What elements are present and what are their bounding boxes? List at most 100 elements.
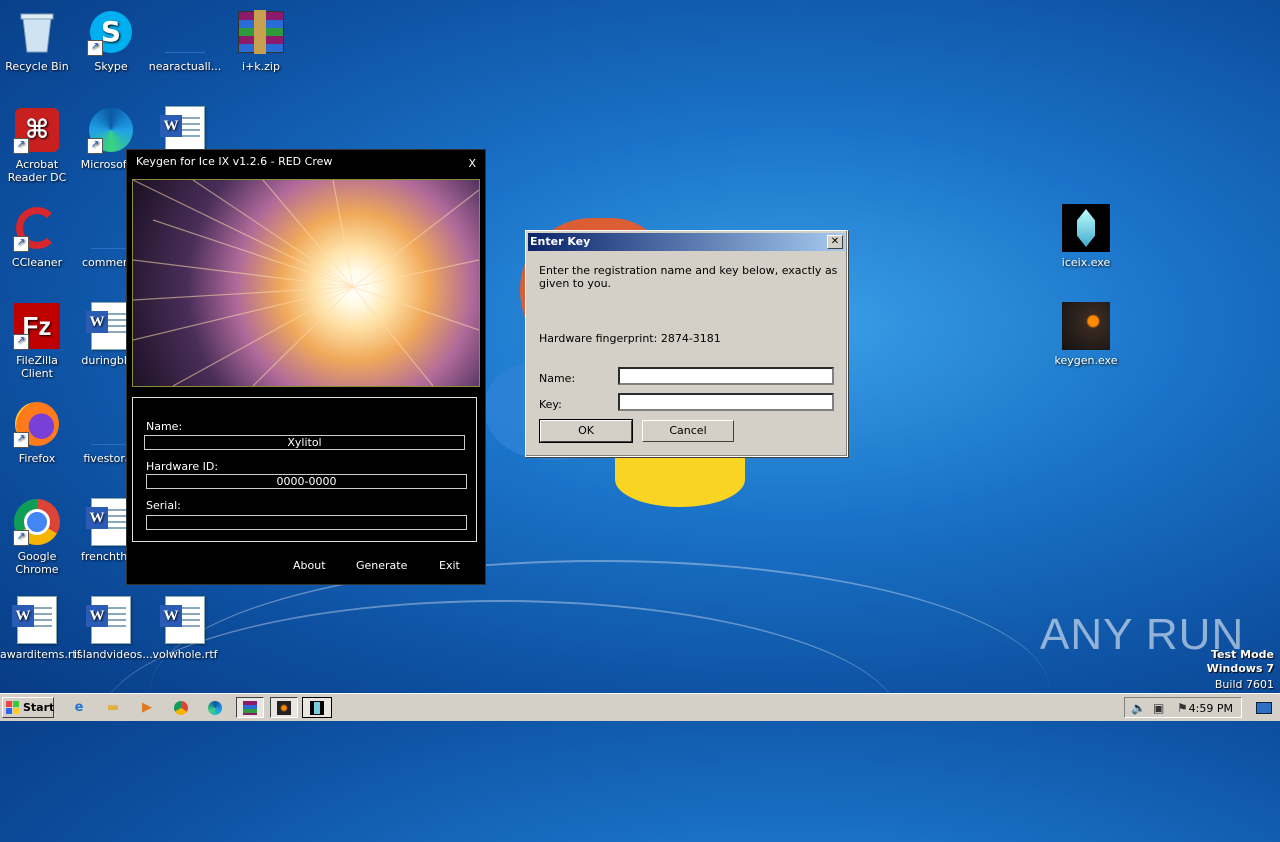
icon-label: Google Chrome <box>15 550 59 576</box>
network-icon[interactable]: ▣ <box>1153 701 1164 715</box>
shortcut-arrow-icon: ↗ <box>87 40 103 56</box>
icon-label: FileZilla Client <box>16 354 58 380</box>
start-button[interactable]: Start <box>2 697 54 718</box>
winrar-taskbar-icon[interactable] <box>236 697 264 718</box>
skull-icon <box>1062 302 1110 350</box>
blank-file-icon <box>161 8 209 56</box>
icon-label: Skype <box>94 60 128 73</box>
name-label: Name: <box>146 420 183 433</box>
keygen-title: Keygen for Ice IX v1.2.6 - RED Crew <box>136 155 333 168</box>
hardware-id-field[interactable]: 0000-0000 <box>146 474 467 489</box>
action-center-flag-icon[interactable]: ⚑ <box>1177 701 1188 715</box>
iceix-taskbar-icon[interactable] <box>302 697 332 718</box>
desktop-icon-firefox[interactable]: ↗ Firefox <box>0 400 74 465</box>
clock[interactable]: 4:59 PM <box>1189 702 1233 715</box>
serial-field[interactable] <box>146 515 467 530</box>
shortcut-arrow-icon: ↗ <box>13 334 29 350</box>
dialog-message: Enter the registration name and key belo… <box>539 264 838 290</box>
chrome-taskbar-icon[interactable] <box>170 697 192 718</box>
desktop-icon-awarditems[interactable]: W awarditems.rtf <box>0 596 81 661</box>
crystal-icon <box>1062 204 1110 252</box>
icon-label: islandvideos.... <box>74 648 157 661</box>
desktop-icon-iceix[interactable]: iceix.exe <box>1049 204 1123 269</box>
edge-taskbar-icon[interactable] <box>204 697 226 718</box>
desktop-icon-volwhole[interactable]: W volwhole.rtf <box>148 596 222 661</box>
windows-logo-icon <box>6 701 20 714</box>
icon-label: iceix.exe <box>1061 256 1111 269</box>
keygen-close-button[interactable]: X <box>468 157 476 170</box>
hardware-fingerprint: Hardware fingerprint: 2874-3181 <box>539 332 721 345</box>
system-tray: 🔈 ▣ ⚑ 4:59 PM <box>1124 697 1242 718</box>
filezilla-icon: Fz ↗ <box>13 302 61 350</box>
chrome-icon: ↗ <box>13 498 61 546</box>
desktop-icon-ikzip[interactable]: i+k.zip <box>224 8 298 73</box>
desktop-icon-islandvideos[interactable]: W islandvideos.... <box>74 596 157 661</box>
winrar-archive-icon <box>237 8 285 56</box>
dialog-title: Enter Key <box>530 235 591 248</box>
icon-label: volwhole.rtf <box>152 648 218 661</box>
skype-icon: S ↗ <box>87 8 135 56</box>
dialog-name-label: Name: <box>539 372 576 385</box>
icon-label: CCleaner <box>11 256 63 269</box>
edge-icon: ↗ <box>87 106 135 154</box>
shortcut-arrow-icon: ↗ <box>13 138 29 154</box>
windows-version-text: Windows 7 <box>1206 662 1274 675</box>
shortcut-arrow-icon: ↗ <box>13 236 29 252</box>
desktop-icon-nearactuall[interactable]: nearactuall... <box>148 8 222 73</box>
desktop-icon-filezilla[interactable]: Fz ↗ FileZilla Client <box>0 302 74 380</box>
cancel-button[interactable]: Cancel <box>642 420 734 442</box>
name-field[interactable]: Xylitol <box>144 435 465 450</box>
about-button[interactable]: About <box>293 559 326 572</box>
dialog-name-input[interactable] <box>618 367 834 385</box>
media-player-icon[interactable]: ▶ <box>136 697 158 718</box>
icon-label: Firefox <box>18 452 56 465</box>
icon-label: Recycle Bin <box>5 60 69 73</box>
dialog-titlebar: Enter Key ✕ <box>528 233 845 251</box>
recycle-bin-icon <box>13 8 61 56</box>
desktop-icon-chrome[interactable]: ↗ Google Chrome <box>0 498 74 576</box>
desktop-icon-keygen[interactable]: keygen.exe <box>1049 302 1123 367</box>
build-text: Build 7601 <box>1214 678 1274 691</box>
dialog-key-label: Key: <box>539 398 562 411</box>
test-mode-text: Test Mode <box>1211 648 1274 661</box>
keygen-form-panel: Name: Xylitol Hardware ID: 0000-0000 Ser… <box>132 397 477 542</box>
word-document-icon: W <box>160 596 209 644</box>
ccleaner-icon: ↗ <box>13 204 61 252</box>
icon-label: Acrobat Reader DC <box>7 158 67 184</box>
icon-label: nearactuall... <box>148 60 222 73</box>
desktop-icon-acrobat[interactable]: ⌘ ↗ Acrobat Reader DC <box>0 106 74 184</box>
ok-button[interactable]: OK <box>539 419 633 443</box>
explorer-folder-icon[interactable]: ▬ <box>102 697 124 718</box>
word-document-icon: W <box>86 596 135 644</box>
desktop-icon-ccleaner[interactable]: ↗ CCleaner <box>0 204 74 269</box>
word-document-icon: W <box>12 596 61 644</box>
taskbar: Start e ▬ ▶ 🔈 ▣ ⚑ 4:59 PM <box>0 693 1280 721</box>
keygen-taskbar-icon[interactable] <box>270 697 298 718</box>
start-label: Start <box>23 701 55 714</box>
word-document-icon: W <box>160 106 209 154</box>
volume-icon[interactable]: 🔈 <box>1131 701 1146 715</box>
serial-label: Serial: <box>146 499 181 512</box>
generate-button[interactable]: Generate <box>356 559 407 572</box>
windows-flag-yellow <box>615 452 745 507</box>
shortcut-arrow-icon: ↗ <box>13 432 29 448</box>
acrobat-icon: ⌘ ↗ <box>13 106 61 154</box>
shortcut-arrow-icon: ↗ <box>13 530 29 546</box>
starburst-graphic <box>133 180 479 386</box>
icon-label: keygen.exe <box>1054 354 1118 367</box>
hardware-id-label: Hardware ID: <box>146 460 219 473</box>
dialog-close-button[interactable]: ✕ <box>827 235 843 249</box>
desktop-icon-skype[interactable]: S ↗ Skype <box>74 8 148 73</box>
dialog-key-input[interactable] <box>618 393 834 411</box>
keygen-banner-art <box>132 179 480 387</box>
exit-button[interactable]: Exit <box>439 559 460 572</box>
icon-label: i+k.zip <box>242 60 280 73</box>
icon-label: awarditems.rtf <box>0 648 81 661</box>
firefox-icon: ↗ <box>13 400 61 448</box>
shortcut-arrow-icon: ↗ <box>87 138 103 154</box>
show-desktop-icon[interactable] <box>1254 697 1274 718</box>
enter-key-dialog[interactable]: Enter Key ✕ Enter the registration name … <box>525 230 848 457</box>
ie-icon[interactable]: e <box>68 697 90 718</box>
keygen-window[interactable]: Keygen for Ice IX v1.2.6 - RED Crew X Na… <box>126 149 486 585</box>
desktop-icon-recycle-bin[interactable]: Recycle Bin <box>0 8 74 73</box>
